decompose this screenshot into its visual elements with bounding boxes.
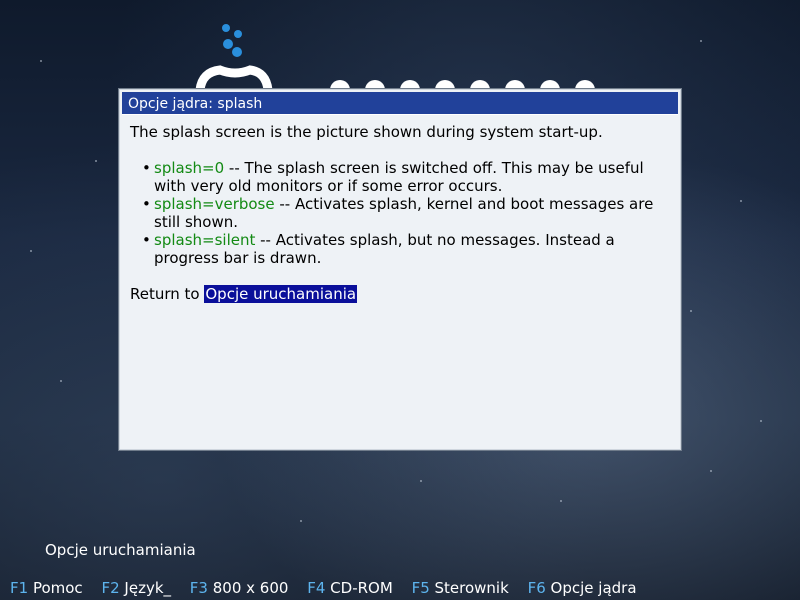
- fkey-code: F2: [101, 579, 120, 597]
- fkey-label: Pomoc: [32, 579, 83, 597]
- function-key-bar: F1 Pomoc F2 Język_ F3 800 x 600 F4 CD-RO…: [10, 579, 651, 597]
- list-item: • splash=verbose -- Activates splash, ke…: [142, 195, 670, 231]
- fkey-code: F4: [307, 579, 326, 597]
- fkey-label: Sterownik: [434, 579, 509, 597]
- return-prefix: Return to: [130, 285, 205, 303]
- bullet-icon: •: [142, 195, 151, 213]
- option-list: • splash=0 -- The splash screen is switc…: [130, 159, 670, 267]
- fkey-code: F6: [527, 579, 546, 597]
- fkey-code: F1: [10, 579, 29, 597]
- return-line: Return to Opcje uruchamiania: [130, 285, 670, 303]
- dialog-title: Opcje jądra: splash: [122, 92, 678, 115]
- fkey-help[interactable]: F1 Pomoc: [10, 579, 83, 597]
- kernel-options-dialog: Opcje jądra: splash The splash screen is…: [119, 89, 681, 450]
- fkey-code: F5: [411, 579, 430, 597]
- fkey-label: Opcje jądra: [550, 579, 637, 597]
- list-item: • splash=0 -- The splash screen is switc…: [142, 159, 670, 195]
- fkey-resolution[interactable]: F3 800 x 600: [190, 579, 289, 597]
- fkey-code: F3: [189, 579, 208, 597]
- fkey-label: 800 x 600: [212, 579, 289, 597]
- fkey-driver[interactable]: F5 Sterownik: [412, 579, 509, 597]
- bullet-icon: •: [142, 231, 151, 249]
- list-item: • splash=silent -- Activates splash, but…: [142, 231, 670, 267]
- option-key: splash=0: [154, 159, 225, 177]
- option-key: splash=silent: [154, 231, 256, 249]
- bullet-icon: •: [142, 159, 151, 177]
- option-key: splash=verbose: [154, 195, 275, 213]
- fkey-label: Język_: [124, 579, 172, 597]
- return-link[interactable]: Opcje uruchamiania: [204, 285, 358, 303]
- opensuse-logo: [195, 24, 595, 100]
- fkey-language[interactable]: F2 Język_: [101, 579, 171, 597]
- intro-text: The splash screen is the picture shown d…: [130, 123, 603, 141]
- fkey-kernel-options[interactable]: F6 Opcje jądra: [528, 579, 637, 597]
- dialog-body: The splash screen is the picture shown d…: [120, 115, 680, 303]
- fkey-label: CD-ROM: [330, 579, 393, 597]
- fkey-source[interactable]: F4 CD-ROM: [307, 579, 393, 597]
- boot-options-label[interactable]: Opcje uruchamiania: [45, 541, 196, 559]
- option-desc: -- The splash screen is switched off. Th…: [154, 159, 644, 195]
